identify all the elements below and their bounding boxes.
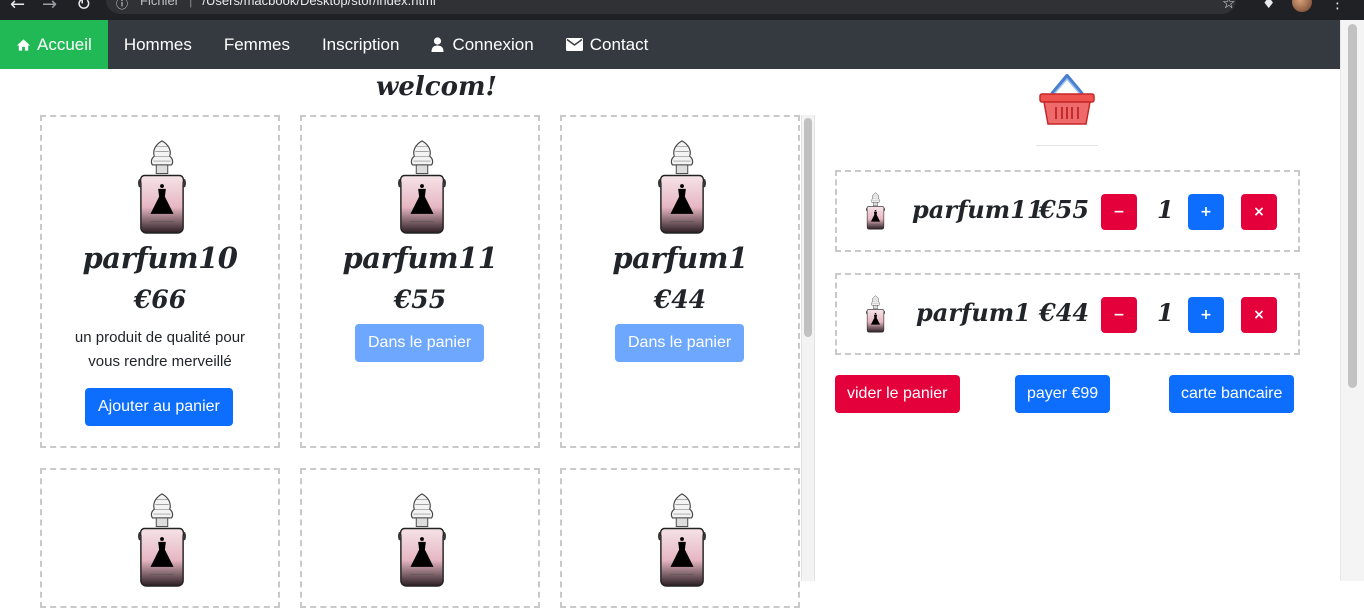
nav-connexion[interactable]: Connexion xyxy=(415,20,549,69)
back-arrow-icon[interactable]: ← xyxy=(10,0,25,15)
perfume-bottle-image xyxy=(648,139,716,235)
reload-icon[interactable]: ↻ xyxy=(76,0,91,15)
nav-hommes-label: Hommes xyxy=(123,34,192,54)
product-price: €55 xyxy=(393,285,447,314)
product-list-scrollbar-thumb[interactable] xyxy=(804,118,812,337)
info-icon[interactable]: ⓘ xyxy=(116,0,128,12)
welcome-heading: welcom! xyxy=(376,72,497,102)
perfume-bottle-image xyxy=(128,139,196,235)
profile-avatar[interactable] xyxy=(1292,0,1312,12)
bank-card-button[interactable]: carte bancaire xyxy=(1169,375,1295,413)
in-cart-button[interactable]: Dans le panier xyxy=(615,324,745,362)
remove-item-button[interactable]: × xyxy=(1241,194,1277,230)
cart-item-quantity: 1 xyxy=(1157,298,1174,327)
perfume-bottle-image xyxy=(388,492,456,588)
product-description: un produit de qualité pour vous rendre m… xyxy=(74,329,246,370)
browser-toolbar: ← → ↻ ⓘ Fichier |/Users/macbook/Desktop/s… xyxy=(0,0,1364,20)
decrease-quantity-button[interactable]: − xyxy=(1101,297,1137,333)
product-price: €66 xyxy=(133,285,187,314)
pay-button[interactable]: payer €99 xyxy=(1015,375,1111,413)
cart-item-quantity: 1 xyxy=(1157,195,1174,224)
url-text: Fichier |/Users/macbook/Desktop/stor/inde… xyxy=(140,0,436,8)
bookmark-star-icon[interactable]: ☆ xyxy=(1222,0,1235,12)
product-list-scrollbar[interactable] xyxy=(801,115,815,581)
increase-quantity-button[interactable]: + xyxy=(1188,194,1224,230)
remove-item-button[interactable]: × xyxy=(1241,297,1277,333)
product-card: parfum10 €66 un produit de qualité pour … xyxy=(40,115,280,448)
nav-connexion-label: Connexion xyxy=(452,34,534,54)
product-card xyxy=(40,468,280,608)
empty-cart-button[interactable]: vider le panier xyxy=(835,375,960,413)
perfume-bottle-image xyxy=(648,492,716,588)
home-icon xyxy=(16,38,31,52)
envelope-icon xyxy=(565,38,583,51)
extensions-icon[interactable]: ♦ xyxy=(1262,0,1275,12)
nav-inscription-label: Inscription xyxy=(321,34,400,54)
nav-hommes[interactable]: Hommes xyxy=(108,20,208,69)
perfume-bottle-thumbnail xyxy=(862,295,889,333)
cart-item-price: €44 xyxy=(1039,298,1090,327)
page-scrollbar[interactable] xyxy=(1340,20,1364,581)
perfume-bottle-image xyxy=(128,492,196,588)
nav-contact[interactable]: Contact xyxy=(550,20,665,69)
cart-item-price: €55 xyxy=(1039,195,1090,224)
in-cart-button[interactable]: Dans le panier xyxy=(355,324,485,362)
page-scrollbar-thumb[interactable] xyxy=(1348,24,1357,388)
product-card: parfum1 €44 Dans le panier xyxy=(560,115,800,448)
user-icon xyxy=(431,37,444,52)
cart-item-name: parfum11 xyxy=(912,195,1044,224)
product-name: parfum10 xyxy=(82,241,238,275)
nav-accueil-label: Accueil xyxy=(37,34,92,54)
nav-femmes-label: Femmes xyxy=(223,34,290,54)
nav-contact-label: Contact xyxy=(589,34,649,54)
product-card xyxy=(300,468,540,608)
nav-inscription[interactable]: Inscription xyxy=(306,20,415,69)
increase-quantity-button[interactable]: + xyxy=(1188,297,1224,333)
perfume-bottle-image xyxy=(388,139,456,235)
decrease-quantity-button[interactable]: − xyxy=(1101,194,1137,230)
cart-item: parfum1 €44 − 1 + × xyxy=(835,273,1300,355)
forward-arrow-icon[interactable]: → xyxy=(42,0,57,15)
product-name: parfum11 xyxy=(342,241,498,275)
product-card xyxy=(560,468,800,608)
product-card: parfum11 €55 Dans le panier xyxy=(300,115,540,448)
cart-item-name: parfum1 xyxy=(916,298,1031,327)
more-menu-icon[interactable]: ⋮ xyxy=(1330,0,1345,12)
add-to-cart-button[interactable]: Ajouter au panier xyxy=(85,388,233,426)
product-name: parfum1 xyxy=(612,241,748,275)
cart-item: parfum11 €55 − 1 + × xyxy=(835,170,1300,252)
perfume-bottle-thumbnail xyxy=(862,192,889,230)
nav-femmes[interactable]: Femmes xyxy=(208,20,306,69)
navbar: Accueil Hommes Femmes Inscription Connex… xyxy=(0,20,1340,69)
nav-accueil[interactable]: Accueil xyxy=(0,20,108,69)
cart-divider xyxy=(1036,145,1098,146)
product-price: €44 xyxy=(653,285,707,314)
basket-icon xyxy=(1039,74,1095,125)
